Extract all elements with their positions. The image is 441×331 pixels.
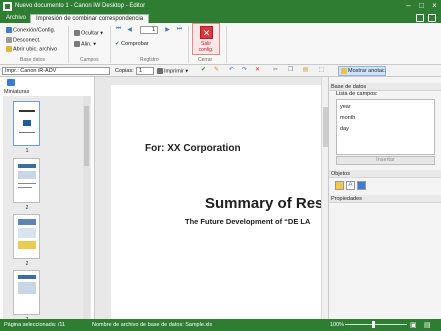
thumbnail-page-number: 1 (25, 148, 29, 154)
zoom-level: 100% (330, 322, 345, 328)
check-button[interactable]: ✔ Comprobar (115, 41, 149, 47)
ribbon-separator (226, 26, 227, 63)
thumbnail-page-number: 2 (25, 261, 29, 267)
options-icon[interactable] (428, 14, 436, 22)
next-record-icon[interactable]: ▶ (164, 26, 171, 33)
delete-icon[interactable]: ✕ (254, 67, 261, 74)
check-icon[interactable]: ✔ (200, 67, 207, 74)
field-item[interactable]: day (340, 126, 349, 132)
cut-icon[interactable]: ✂ (272, 67, 279, 74)
hide-fields-button[interactable]: Ocultar ▾ (74, 30, 103, 36)
align-fields-button[interactable]: Alin. ▾ (74, 41, 96, 47)
hide-icon (74, 30, 80, 36)
status-selected-page: Página seleccionada: /11 (4, 322, 66, 328)
last-record-icon[interactable]: ⏭ (176, 26, 183, 33)
app-icon (3, 2, 12, 11)
folder-icon (6, 46, 12, 52)
thumbnail-scrollbar[interactable] (83, 96, 90, 319)
annotation-icon (341, 67, 347, 74)
group-label-registro: Registro (140, 57, 159, 63)
disconnect-button[interactable]: Desconect. (6, 37, 41, 43)
record-number-input[interactable]: 1 (140, 26, 158, 34)
open-file-location-button[interactable]: Abrir ubic. archivo (6, 46, 57, 52)
thumbnail-page[interactable] (13, 101, 40, 146)
status-bar: Página seleccionada: /11 Nombre de archi… (0, 319, 441, 331)
group-label-base-datos: Base datos (20, 57, 46, 63)
thumbnails-title: Miniaturas (4, 89, 30, 95)
window-title: Nuevo documento 1 - Canon iW Desktop - E… (15, 3, 146, 9)
copies-input[interactable]: 1 (136, 67, 154, 75)
thumbnail-page-number: 2 (25, 205, 29, 211)
title-bar: Nuevo documento 1 - Canon iW Desktop - E… (0, 0, 441, 13)
group-label-campos: Campos (80, 57, 99, 63)
printer-icon (157, 68, 163, 74)
document-area: For: XX Corporation Summary of Res The F… (95, 77, 328, 319)
paste-icon[interactable]: ▤ (302, 67, 309, 74)
status-db-file: Nombre de archivo de base de datos: Samp… (92, 322, 213, 328)
show-annotations-button[interactable]: Mostrar anotac. (338, 66, 386, 76)
database-header: Base de datos (329, 83, 441, 91)
fit-width-icon[interactable]: ▤ (424, 321, 431, 329)
tab-mail-merge[interactable]: Impresión de combinar correspondencia (30, 14, 150, 23)
connect-config-button[interactable]: Conexión/Config. (6, 27, 55, 33)
field-list: year month day (336, 99, 435, 155)
fit-page-icon[interactable]: ▣ (410, 321, 417, 329)
document-page[interactable]: For: XX Corporation Summary of Res The F… (111, 85, 328, 319)
doc-subtitle: The Future Development of “DE LA (185, 217, 311, 226)
document-scrollbar[interactable] (321, 77, 328, 319)
insert-button[interactable]: Insertar (336, 156, 435, 165)
exit-label-2: config. (198, 47, 214, 53)
ribbon: Conexión/Config. Desconect. Abrir ubic. … (0, 23, 441, 65)
thumbnail-page[interactable] (13, 158, 40, 203)
prev-record-icon[interactable]: ◀ (126, 26, 133, 33)
close-x-icon: ✕ (200, 26, 213, 39)
properties-pane: Base de datos Lista de campos: year mont… (328, 77, 441, 319)
doc-for-line: For: XX Corporation (145, 143, 241, 154)
printer-select[interactable]: Impr.: Canon iR-ADV (2, 67, 110, 75)
field-item[interactable]: year (340, 104, 351, 110)
close-button[interactable]: × (429, 1, 440, 11)
zoom-slider[interactable] (345, 324, 407, 325)
disconnect-icon (6, 37, 12, 43)
field-list-label: Lista de campos: (336, 91, 378, 97)
print-button[interactable]: Imprimir ▾ (157, 68, 188, 74)
help-icon[interactable] (416, 14, 424, 22)
ribbon-separator (110, 26, 111, 63)
ribbon-tab-bar: Archivo Impresión de combinar correspond… (0, 13, 441, 23)
thumbnail-list: 1 2 2 2 (3, 96, 91, 319)
text-object-icon[interactable] (335, 181, 344, 190)
ribbon-separator (188, 26, 189, 63)
copies-label: Copias: (115, 68, 134, 74)
objects-header: Objetos (329, 170, 441, 178)
toolbar: Impr.: Canon iR-ADV Copias: 1 Imprimir ▾… (0, 65, 441, 77)
copy-icon[interactable]: ❐ (287, 67, 294, 74)
tab-file[interactable]: Archivo (2, 13, 30, 23)
image-object-icon[interactable] (357, 181, 366, 190)
redo-icon[interactable]: ↷ (241, 67, 248, 74)
properties-header: Propiedades (329, 195, 441, 203)
thumbnail-page[interactable] (13, 214, 40, 259)
scroll-thumb[interactable] (84, 106, 89, 166)
exit-settings-button[interactable]: ✕ Salir config. (192, 23, 220, 55)
group-label-cerrar: Cerrar (198, 57, 213, 63)
database-connect-icon (6, 27, 12, 33)
undo-icon[interactable]: ↶ (228, 67, 235, 74)
field-item[interactable]: month (340, 115, 355, 121)
thumbnail-page[interactable] (13, 270, 40, 315)
first-record-icon[interactable]: ⏮ (115, 26, 122, 33)
ribbon-separator (68, 26, 69, 63)
align-icon (74, 41, 80, 47)
minimize-button[interactable]: – (403, 1, 414, 11)
field-object-icon[interactable]: A (346, 181, 355, 190)
zoom-slider-handle[interactable] (372, 321, 375, 328)
edit-icon[interactable]: ✎ (213, 67, 220, 74)
thumbnails-pane: Miniaturas 1 2 2 2 (0, 77, 95, 319)
maximize-button[interactable]: □ (416, 1, 427, 11)
doc-summary-title: Summary of Res (205, 195, 324, 212)
thumbnail-view-icon[interactable] (7, 79, 15, 86)
check-icon: ✔ (115, 41, 120, 47)
select-tool-icon[interactable]: ⬚ (318, 67, 325, 74)
